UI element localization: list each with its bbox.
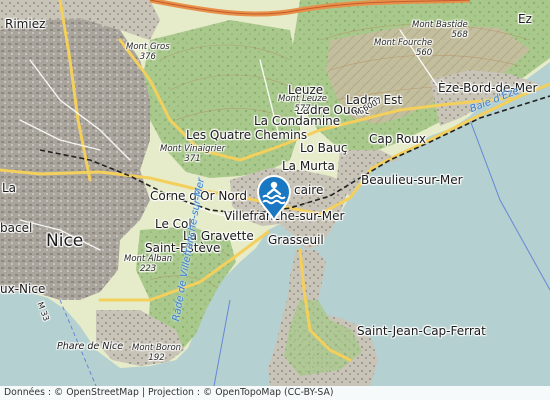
peak-label-mont-fourche: Mont Fourche 560 xyxy=(374,38,432,58)
peak-label-mont-vinaigrier: Mont Vinaigrier 371 xyxy=(160,144,225,164)
map-marker-swimming[interactable] xyxy=(254,173,294,223)
peak-elevation: 192 xyxy=(148,353,165,363)
town-label-la-condamine: La Condamine xyxy=(254,114,341,128)
peak-label-mont-alban: Mont Alban 223 xyxy=(124,254,172,274)
town-label-cap-roux: Cap Roux xyxy=(369,132,427,146)
town-label-la-fragment: La xyxy=(2,181,17,195)
label-phare-de-nice: Phare de Nice xyxy=(57,341,124,352)
peak-elevation: 371 xyxy=(184,154,201,164)
peak-name: Mont Gros xyxy=(126,42,170,52)
town-label-grasseuil: Grasseuil xyxy=(268,233,324,247)
town-label-rimiez: Rimiez xyxy=(5,17,46,31)
peak-name: Mont Boron xyxy=(132,343,182,353)
town-label-caire: caire xyxy=(294,183,324,197)
town-label-bacel: bacel xyxy=(0,221,33,235)
city-label-nice: Nice xyxy=(46,231,84,251)
attribution-text: Données : © OpenStreetMap | Projection :… xyxy=(4,387,334,398)
town-label-eze-bord-de-mer: Èze-Bord-de-Mer xyxy=(438,81,538,95)
town-label-saint-jean-cap-ferrat: Saint-Jean-Cap-Ferrat xyxy=(357,324,486,338)
town-label-ux-nice: ux-Nice xyxy=(0,282,46,296)
town-label-les-quatre-chemins: Les Quatre Chemins xyxy=(186,128,308,142)
swimming-icon xyxy=(256,175,292,222)
peak-label-mont-leuze: Mont Leuze 577 xyxy=(278,94,327,114)
peak-name: Mont Vinaigrier xyxy=(160,144,226,154)
peak-name: Mont Leuze xyxy=(278,94,327,104)
peak-elevation: 577 xyxy=(294,104,311,114)
town-label-beaulieu-sur-mer: Beaulieu-sur-Mer xyxy=(361,173,463,187)
peak-elevation: 376 xyxy=(139,52,156,62)
town-label-lo-bauc: Lo Bauç xyxy=(300,141,348,155)
map-attribution: Données : © OpenStreetMap | Projection :… xyxy=(0,386,550,400)
town-label-ez-fragment: Ez xyxy=(518,12,532,26)
map-canvas[interactable]: Rimiez Leuze Ladre Est Ladre Ouest La Co… xyxy=(0,0,550,386)
peak-label-mont-gros: Mont Gros 376 xyxy=(126,42,170,62)
town-label-la-murta: La Murta xyxy=(282,159,335,173)
peak-name: Mont Bastide xyxy=(412,20,468,30)
peak-elevation: 223 xyxy=(139,264,157,274)
peak-label-mont-bastide: Mont Bastide 568 xyxy=(412,20,468,40)
peak-elevation: 560 xyxy=(415,48,433,58)
peak-name: Mont Alban xyxy=(124,254,173,264)
peak-label-mont-boron: Mont Boron 192 xyxy=(132,343,181,363)
peak-name: Mont Fourche xyxy=(374,38,433,48)
